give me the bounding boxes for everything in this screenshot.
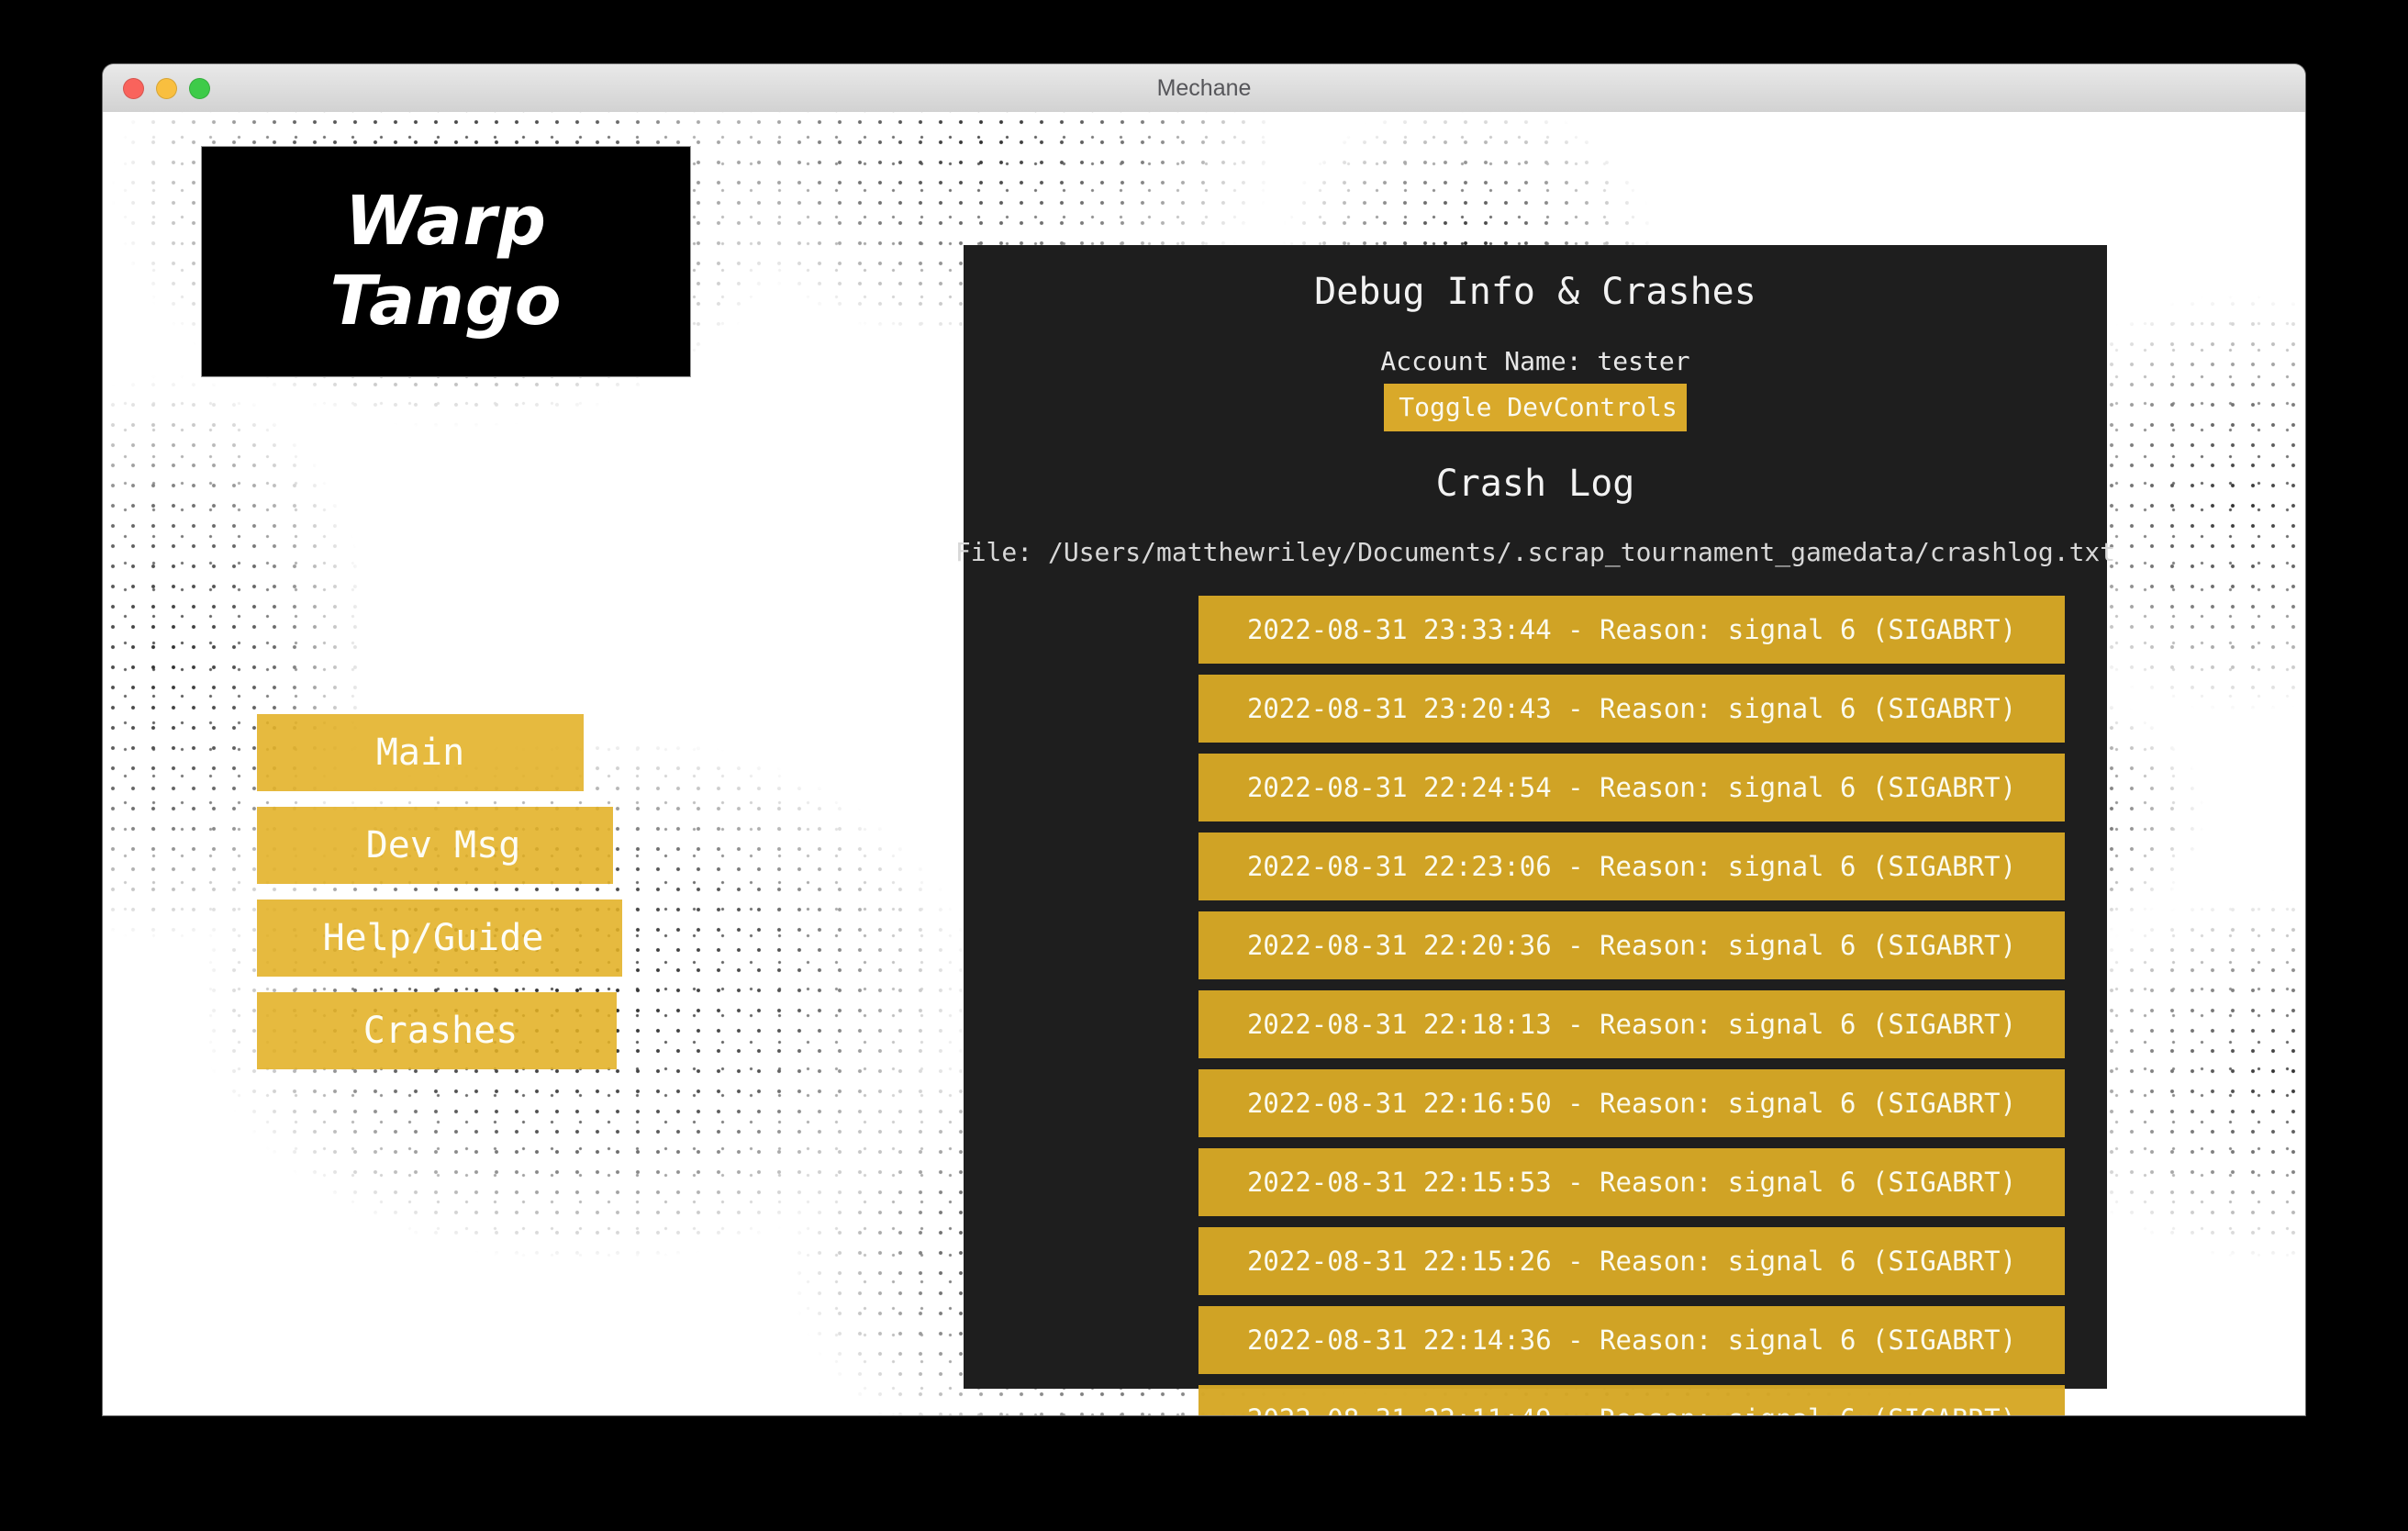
crash-log-entry[interactable]: 2022-08-31 22:16:50 - Reason: signal 6 (…: [1198, 1069, 2065, 1137]
crash-log-entry[interactable]: 2022-08-31 22:24:54 - Reason: signal 6 (…: [1198, 754, 2065, 821]
menu-item-dev-msg[interactable]: Dev Msg: [257, 807, 613, 884]
account-name-label: Account Name: tester: [1380, 346, 1690, 376]
crash-log-entry[interactable]: 2022-08-31 23:20:43 - Reason: signal 6 (…: [1198, 675, 2065, 743]
menu-item-help-guide[interactable]: Help/Guide: [257, 900, 622, 977]
gl-frametime-line: 58.5 / 0.017: [110, 1380, 283, 1408]
crash-log-heading: Crash Log: [1435, 463, 1635, 505]
app-window: Mechane Warp Tango Main Dev Msg Help/Gui…: [103, 64, 2305, 1415]
crash-log-entry[interactable]: 2022-08-31 22:15:26 - Reason: signal 6 (…: [1198, 1227, 2065, 1295]
crash-log-file-path: File: /Users/matthewriley/Documents/.scr…: [954, 537, 2116, 567]
logo-line-2: Tango: [329, 262, 563, 341]
window-title: Mechane: [1156, 75, 1252, 101]
gl-verts-line: GL verts: 5082: [110, 1323, 312, 1351]
crash-log-list[interactable]: 2022-08-31 23:33:44 - Reason: signal 6 (…: [1198, 596, 2065, 1415]
crash-log-entry[interactable]: 2022-08-31 22:23:06 - Reason: signal 6 (…: [1198, 833, 2065, 900]
crash-log-entry[interactable]: 2022-08-31 22:20:36 - Reason: signal 6 (…: [1198, 911, 2065, 979]
crash-log-entry[interactable]: 2022-08-31 23:33:44 - Reason: signal 6 (…: [1198, 596, 2065, 664]
crash-log-entry[interactable]: 2022-08-31 22:15:53 - Reason: signal 6 (…: [1198, 1148, 2065, 1216]
toggle-devcontrols-button[interactable]: Toggle DevControls: [1384, 384, 1687, 431]
logo-line-1: Warp: [344, 182, 547, 262]
menu-item-crashes[interactable]: Crashes: [257, 992, 617, 1069]
window-titlebar: Mechane: [103, 64, 2305, 113]
crash-log-entry[interactable]: 2022-08-31 22:11:49 - Reason: signal 6 (…: [1198, 1385, 2065, 1415]
game-logo: Warp Tango: [202, 147, 690, 376]
crash-log-entry[interactable]: 2022-08-31 22:18:13 - Reason: signal 6 (…: [1198, 990, 2065, 1058]
main-menu: Main Dev Msg Help/Guide Crashes: [257, 714, 622, 1069]
menu-item-main[interactable]: Main: [257, 714, 584, 791]
gl-calls-line: GL calls: 44: [110, 1351, 283, 1380]
game-canvas: Warp Tango Main Dev Msg Help/Guide Crash…: [103, 112, 2305, 1415]
debug-panel-title: Debug Info & Crashes: [1314, 271, 1756, 313]
gl-stats-overlay: GL verts: 5082 GL calls: 44 58.5 / 0.017: [110, 1324, 311, 1408]
crash-log-entry[interactable]: 2022-08-31 22:14:36 - Reason: signal 6 (…: [1198, 1306, 2065, 1374]
